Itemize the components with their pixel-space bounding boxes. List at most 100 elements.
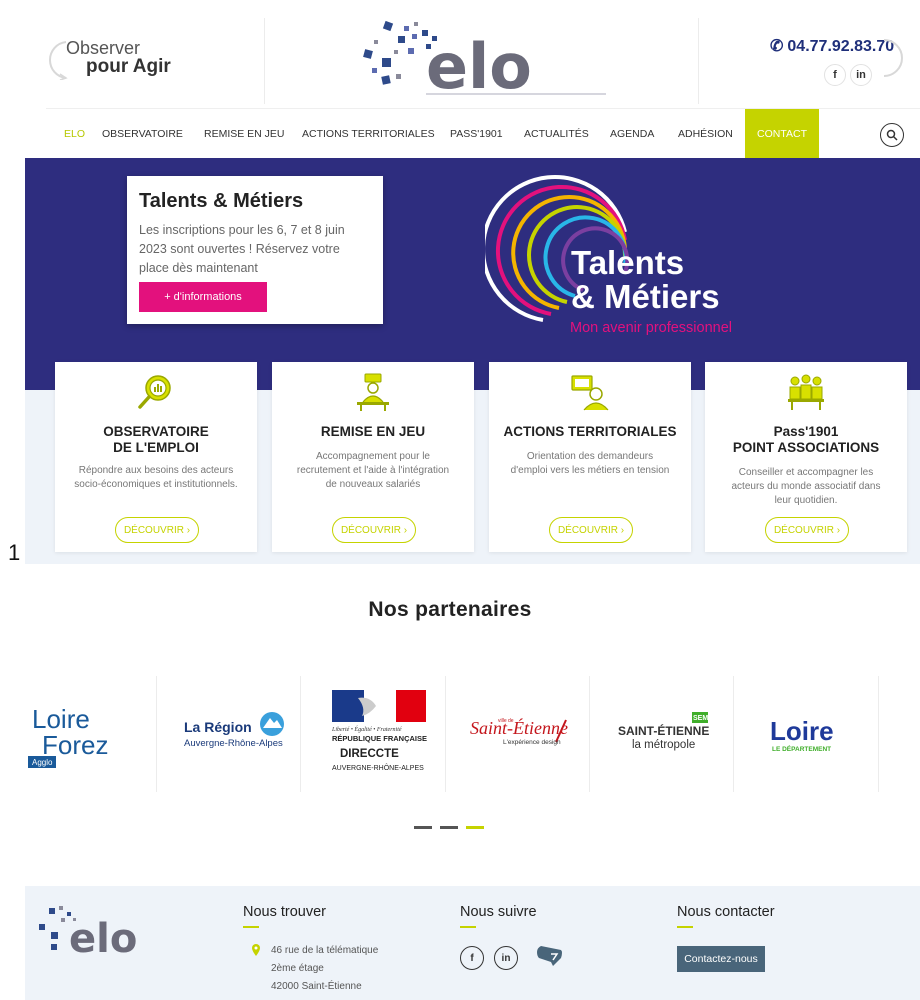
footer-elo-logo[interactable]: elo xyxy=(33,902,181,960)
search-button[interactable] xyxy=(880,123,904,147)
magnifier-chart-icon xyxy=(138,375,171,409)
hero-graphic-subtitle: Mon avenir professionnel xyxy=(570,320,733,336)
hero-graphic-line-1: Talents xyxy=(571,244,685,281)
region-logo: La Région Auvergne-Rhône-Alpes xyxy=(184,712,284,749)
service-card-text: Accompagnement pour le recrutement et l'a… xyxy=(296,451,450,490)
service-card-title: Pass'1901 POINT ASSOCIATIONS xyxy=(732,424,880,455)
more-info-button[interactable]: + d'informations xyxy=(139,282,267,312)
svg-text:SAINT-ÉTIENNE: SAINT-ÉTIENNE xyxy=(618,723,709,738)
direccte-logo: Liberté • Égalité • Fraternité RÉPUBLIQU… xyxy=(331,690,427,772)
partner-loire-departement[interactable]: Loire LE DÉPARTEMENT xyxy=(734,676,878,792)
svg-text:elo: elo xyxy=(426,30,532,102)
partner-divider xyxy=(300,676,301,792)
phone-number[interactable]: ✆ 04.77.92.83.70 xyxy=(770,36,894,56)
partner-divider xyxy=(156,676,157,792)
service-card-title: ACTIONS TERRITORIALES xyxy=(503,424,677,439)
svg-text:RÉPUBLIQUE FRANÇAISE: RÉPUBLIQUE FRANÇAISE xyxy=(332,734,427,743)
footer-find-title: Nous trouver xyxy=(243,904,327,920)
nav-item-contact[interactable]: CONTACT xyxy=(745,109,819,159)
service-card-text: Orientation des demandeurs d'emploi vers … xyxy=(510,451,670,476)
contact-us-button[interactable]: Contactez-nous xyxy=(677,946,765,972)
footer-contact-title: Nous contacter xyxy=(677,904,775,920)
stray-text: 1 xyxy=(8,540,21,565)
person-screen-icon xyxy=(571,375,609,411)
location-pin-icon xyxy=(252,944,260,956)
desk-person-icon xyxy=(357,373,389,411)
tagline-arc-icon xyxy=(48,41,68,80)
facebook-icon[interactable]: f xyxy=(460,946,484,970)
nav-item-actions-territoriales[interactable]: ACTIONS TERRITORIALES xyxy=(302,109,435,159)
partner-saint-etienne[interactable]: ville de Saint-Étienne L'expérience desi… xyxy=(446,676,590,792)
footer-title-underline xyxy=(677,926,693,928)
svg-text:La Région: La Région xyxy=(184,719,252,735)
chat-bubble-icon[interactable] xyxy=(535,944,565,968)
service-card-remise-en-jeu: REMISE EN JEU Accompagnement pour le recr… xyxy=(272,362,474,552)
svg-text:LE DÉPARTEMENT: LE DÉPARTEMENT xyxy=(772,744,831,753)
partner-loire-forez[interactable]: Loire Forez Agglo xyxy=(10,676,154,792)
linkedin-icon[interactable]: in xyxy=(850,64,872,86)
carousel-dot[interactable] xyxy=(440,826,458,829)
partner-saint-etienne-metropole[interactable]: SEM SAINT-ÉTIENNE la métropole xyxy=(590,676,734,792)
service-card-text: Répondre aux besoins des acteurs socio-éc… xyxy=(74,465,238,490)
loire-forez-logo: Loire Forez Agglo xyxy=(28,704,108,768)
nav-item-elo[interactable]: ELO xyxy=(64,109,85,159)
service-card-actions-territoriales: ACTIONS TERRITORIALES Orientation des de… xyxy=(489,362,691,552)
hero-graphic-title: Talents & Métiers xyxy=(571,246,720,314)
svg-text:DIRECCTE: DIRECCTE xyxy=(340,748,399,760)
svg-text:AUVERGNE-RHÔNE-ALPES: AUVERGNE-RHÔNE-ALPES xyxy=(332,763,424,772)
tagline-line-2: pour Agir xyxy=(86,56,171,77)
site-header: Observer pour Agir elo ✆ 04.77.92.83.70 … xyxy=(0,0,920,108)
svg-text:Liberté • Égalité • Fraternité: Liberté • Égalité • Fraternité xyxy=(331,725,402,733)
discover-button[interactable]: DÉCOUVRIR › xyxy=(332,517,416,543)
footer-follow-title: Nous suivre xyxy=(460,904,537,920)
facebook-icon[interactable]: f xyxy=(824,64,846,86)
discover-button[interactable]: DÉCOUVRIR › xyxy=(115,517,199,543)
nav-item-remise-en-jeu[interactable]: REMISE EN JEU xyxy=(204,109,285,159)
partner-region[interactable]: La Région Auvergne-Rhône-Alpes xyxy=(158,676,302,792)
footer-title-underline xyxy=(460,926,476,928)
footer-address: 46 rue de la télématique 2ème étage 4200… xyxy=(271,945,379,992)
svg-text:Saint-Étienne: Saint-Étienne xyxy=(470,717,568,738)
tagline: Observer pour Agir xyxy=(46,34,266,92)
svg-text:Auvergne-Rhône-Alpes: Auvergne-Rhône-Alpes xyxy=(184,738,283,749)
hero-card: Talents & Métiers Les inscriptions pour … xyxy=(127,176,383,324)
saint-etienne-logo: ville de Saint-Étienne L'expérience desi… xyxy=(470,717,568,746)
svg-text:la métropole: la métropole xyxy=(632,739,695,751)
service-card-text: Conseiller et accompagner les acteurs du … xyxy=(731,467,881,506)
site-footer: elo Nous trouver 46 rue de la télématiqu… xyxy=(25,886,920,1000)
search-icon xyxy=(886,129,898,141)
service-card-pass1901: Pass'1901 POINT ASSOCIATIONS Conseiller e… xyxy=(705,362,907,552)
hero-card-text: Les inscriptions pour les 6, 7 et 8 juin… xyxy=(139,223,345,275)
service-card-title: REMISE EN JEU xyxy=(320,424,426,439)
nav-item-actualites[interactable]: ACTUALITÉS xyxy=(524,109,589,159)
hero-card-title: Talents & Métiers xyxy=(139,190,304,212)
service-card-title: OBSERVATOIRE DE L'EMPLOI xyxy=(103,424,209,455)
carousel-dot[interactable] xyxy=(414,826,432,829)
svg-text:Loire: Loire xyxy=(770,716,834,746)
elo-logo[interactable]: elo xyxy=(356,14,616,102)
nav-item-agenda[interactable]: AGENDA xyxy=(610,109,654,159)
phone-icon: ✆ xyxy=(770,38,784,55)
svg-text:elo: elo xyxy=(69,916,137,960)
nav-item-observatoire[interactable]: OBSERVATOIRE xyxy=(102,109,183,159)
main-nav: ELO OBSERVATOIRE REMISE EN JEU ACTIONS T… xyxy=(46,108,920,159)
partners-title: Nos partenaires xyxy=(368,598,532,621)
loire-departement-logo: Loire LE DÉPARTEMENT xyxy=(770,716,834,753)
group-people-icon xyxy=(788,374,824,410)
nav-item-adhesion[interactable]: ADHÉSION xyxy=(678,109,733,159)
partner-direccte[interactable]: Liberté • Égalité • Fraternité RÉPUBLIQU… xyxy=(302,676,446,792)
nav-item-pass1901[interactable]: PASS'1901 xyxy=(450,109,503,159)
svg-text:Agglo: Agglo xyxy=(32,758,53,767)
svg-text:L'expérience design: L'expérience design xyxy=(503,739,561,746)
header-arc-icon xyxy=(883,39,904,77)
footer-title-underline xyxy=(243,926,259,928)
discover-button[interactable]: DÉCOUVRIR › xyxy=(765,517,849,543)
svg-text:Forez: Forez xyxy=(42,730,108,760)
discover-button[interactable]: DÉCOUVRIR › xyxy=(549,517,633,543)
linkedin-icon[interactable]: in xyxy=(494,946,518,970)
header-divider xyxy=(264,18,265,104)
carousel-dot-active[interactable] xyxy=(466,826,484,829)
partner-divider xyxy=(878,676,879,792)
metropole-logo: SEM SAINT-ÉTIENNE la métropole xyxy=(618,712,709,751)
service-card-observatoire: OBSERVATOIRE DE L'EMPLOI Répondre aux bes… xyxy=(55,362,257,552)
